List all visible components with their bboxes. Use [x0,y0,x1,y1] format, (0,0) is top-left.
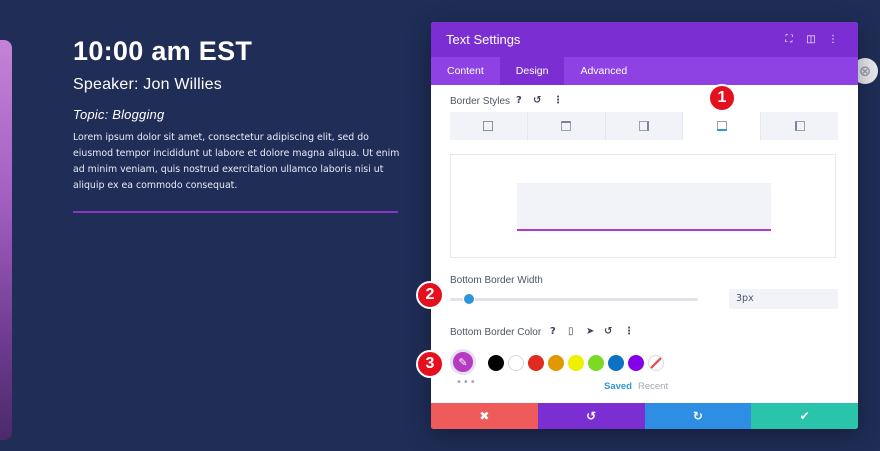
background-image-edge [0,40,12,440]
modal-footer: ✖ ↺ ↻ ✔ [431,403,858,429]
save-button[interactable]: ✔ [751,403,858,429]
border-right-icon [638,121,649,131]
hover-cursor-icon[interactable]: ➤ [586,326,594,337]
event-time: 10:00 am EST [73,36,253,66]
color-picker-button[interactable]: ✎ [450,349,476,375]
swatch-purple[interactable] [628,355,644,371]
text-settings-modal: Text Settings ⛶ ◫ ⋮ Content Design Advan… [431,22,858,429]
recent-colors-tab[interactable]: Recent [638,381,668,392]
border-width-slider-track[interactable] [450,298,698,301]
swatch-black[interactable] [488,355,504,371]
swatch-orange[interactable] [548,355,564,371]
border-bottom-option[interactable] [683,112,762,140]
modal-header: Text Settings ⛶ ◫ ⋮ [431,22,858,57]
event-topic: Topic: Blogging [73,107,165,122]
event-speaker: Speaker: Jon Willies [73,76,222,93]
modal-body: Border Styles ? ↺ ⋮ Bottom Border Width … [431,85,858,403]
bottom-border-width-label: Bottom Border Width [450,275,543,286]
bottom-border-color-label: Bottom Border Color [450,327,542,338]
tab-design[interactable]: Design [499,57,565,85]
border-right-option[interactable] [606,112,684,140]
border-top-icon [561,121,572,131]
event-text-module: 10:00 am EST Speaker: Jon Willies Topic:… [73,34,403,194]
border-preview-sample [517,183,771,231]
event-description: Lorem ipsum dolor sit amet, consectetur … [73,132,400,191]
help-icon[interactable]: ? [516,95,522,106]
help-icon[interactable]: ? [550,326,556,337]
border-bottom-icon [716,121,727,131]
more-options-icon[interactable]: ⋮ [822,34,844,45]
saved-colors-tab[interactable]: Saved [604,381,632,392]
modal-title: Text Settings [446,32,521,47]
content-divider [73,211,398,213]
border-top-option[interactable] [528,112,606,140]
border-left-option[interactable] [761,112,838,140]
border-styles-label: Border Styles [450,96,511,107]
split-view-icon[interactable]: ◫ [800,34,822,45]
border-all-icon [483,121,494,131]
reset-icon[interactable]: ↺ [533,95,541,106]
step-badge-1: 1 [708,84,736,112]
redo-button[interactable]: ↻ [644,403,752,429]
more-swatches-icon[interactable]: ••• [456,377,477,388]
border-all-option[interactable] [450,112,528,140]
swatch-blue[interactable] [608,355,624,371]
border-width-slider-handle[interactable] [463,293,475,305]
cancel-button[interactable]: ✖ [431,403,538,429]
swatch-white[interactable] [508,355,524,371]
border-left-icon [794,121,805,131]
border-width-input[interactable]: 3px [729,289,838,309]
expand-icon[interactable]: ⛶ [778,34,800,45]
swatch-yellow[interactable] [568,355,584,371]
eyedropper-icon: ✎ [458,355,468,369]
border-style-selector [450,112,838,140]
more-options-icon[interactable]: ⋮ [624,326,634,337]
reset-icon[interactable]: ↺ [604,326,612,337]
swatch-red[interactable] [528,355,544,371]
border-preview [450,154,836,258]
swatch-none[interactable] [648,355,664,371]
tab-content[interactable]: Content [431,57,500,85]
step-badge-3: 3 [416,350,444,378]
swatch-green[interactable] [588,355,604,371]
undo-button[interactable]: ↺ [537,403,645,429]
more-options-icon[interactable]: ⋮ [553,95,563,106]
tab-advanced[interactable]: Advanced [564,57,643,85]
modal-tabs: Content Design Advanced [431,57,858,85]
device-icon[interactable]: ▯ [568,326,574,337]
step-badge-2: 2 [416,281,444,309]
